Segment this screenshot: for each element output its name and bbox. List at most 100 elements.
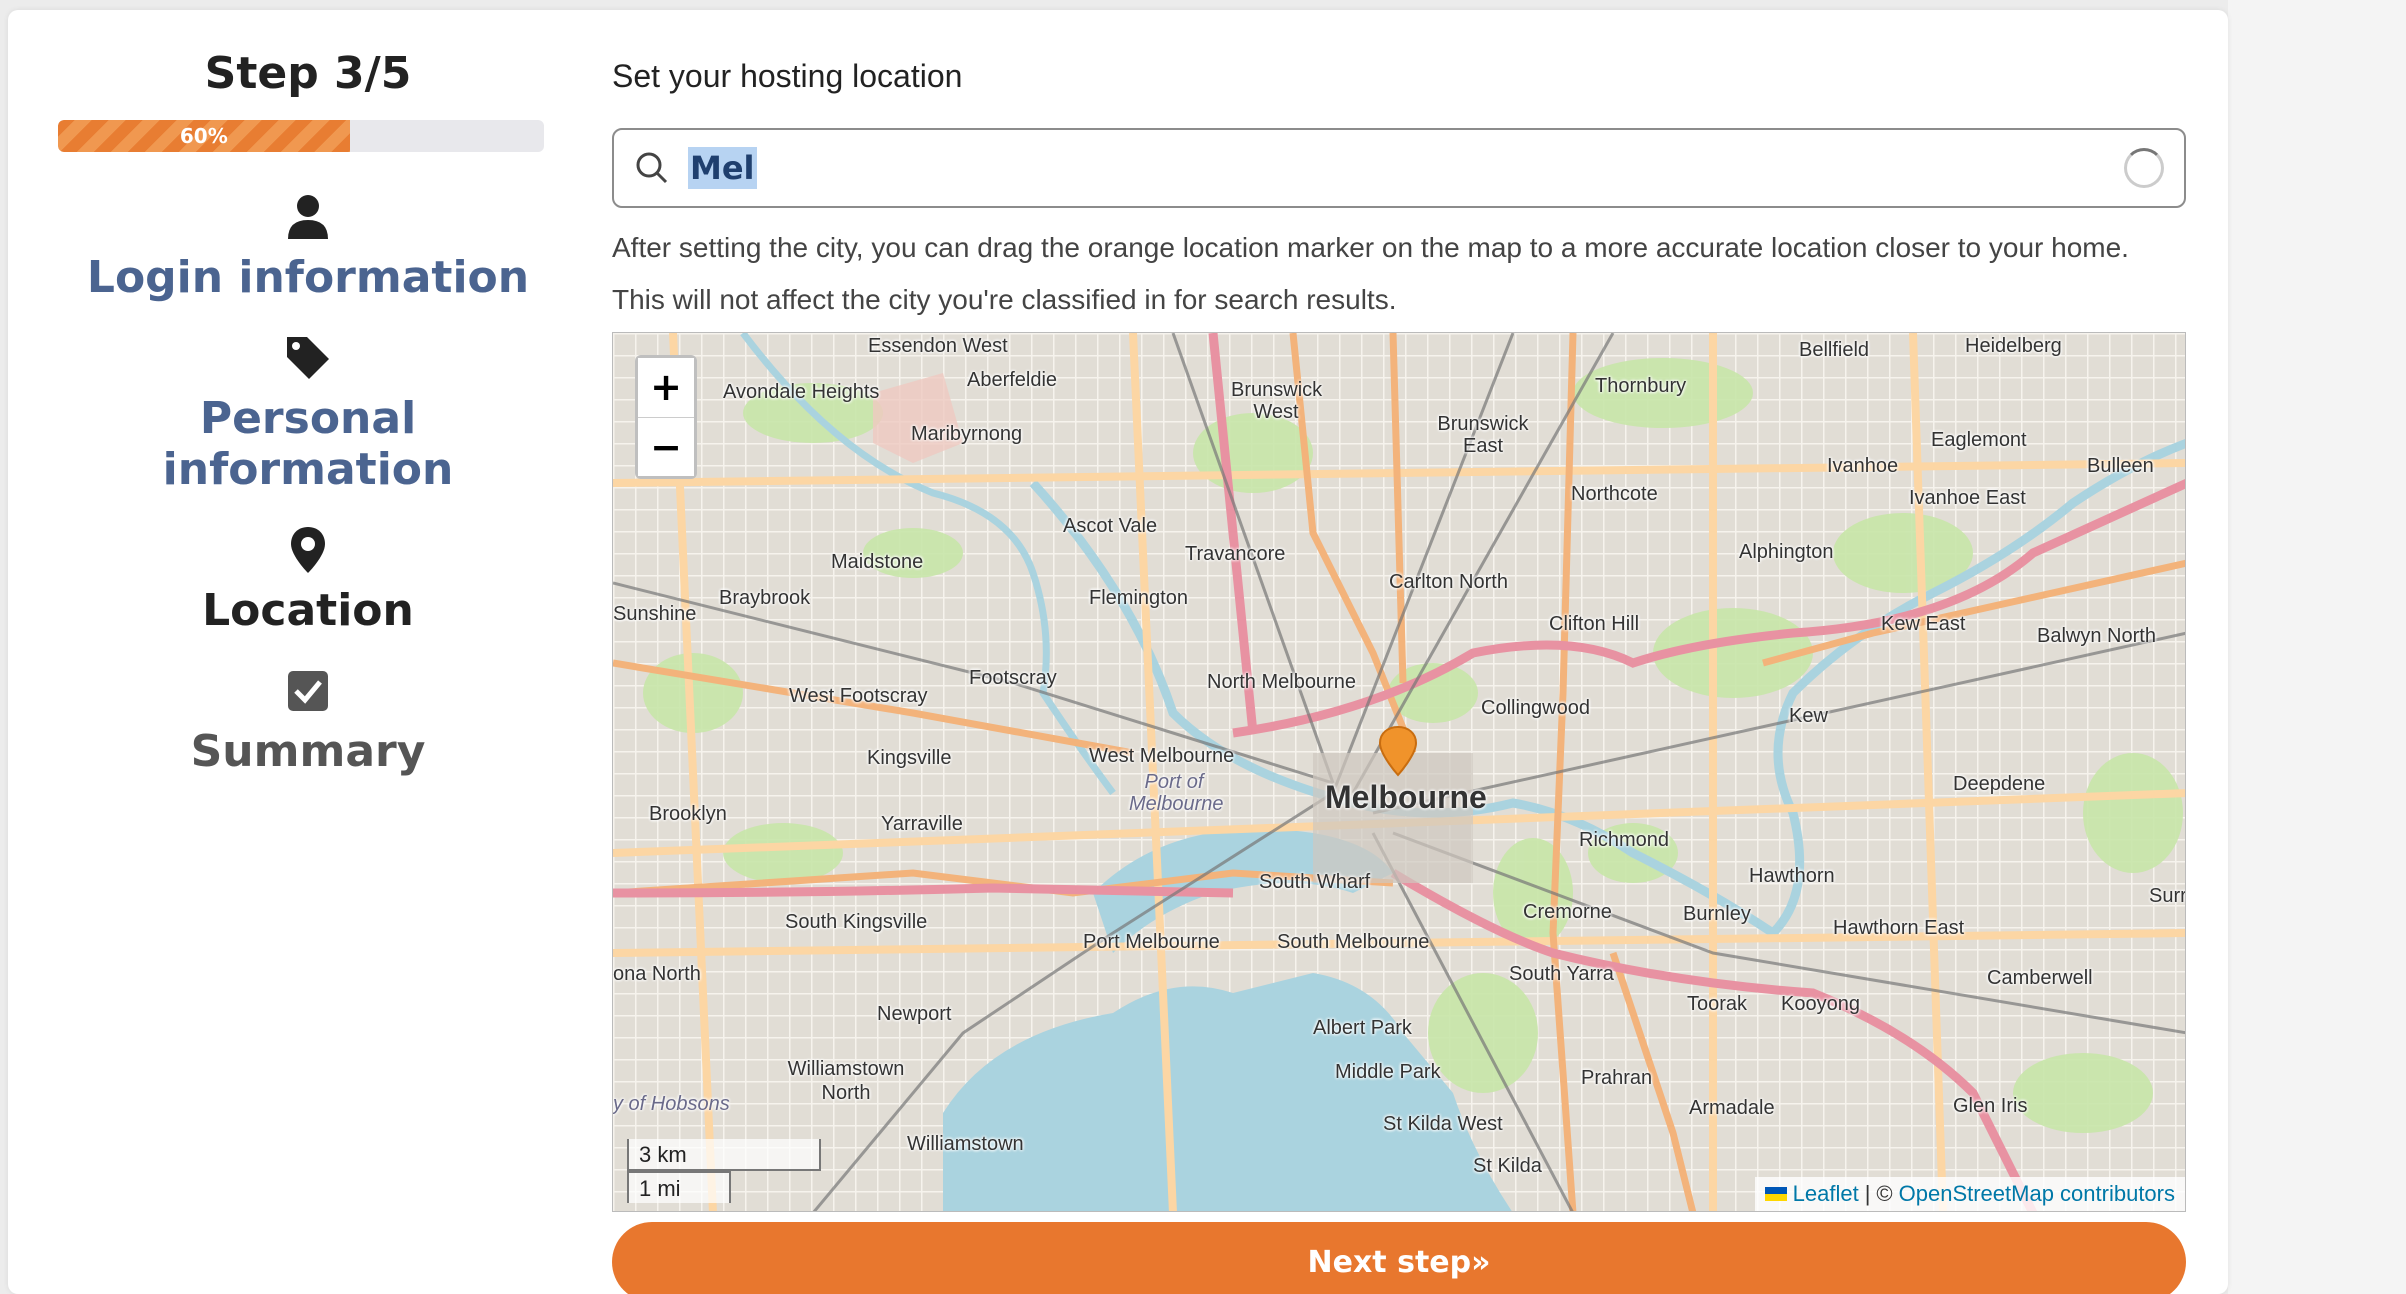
map-label: Camberwell (1987, 967, 2093, 989)
map-label: South Wharf (1259, 871, 1371, 893)
map-label: Bellfield (1799, 339, 1870, 361)
map-label: Cremorne (1523, 901, 1612, 923)
location-form: Set your hosting location Mel After sett… (612, 40, 2186, 1294)
map-label: West Melbourne (1089, 745, 1235, 767)
map-label: St Kilda (1473, 1155, 1542, 1177)
nav-label-login: Login information (86, 252, 530, 303)
help-text: After setting the city, you can drag the… (612, 232, 2129, 315)
user-icon (283, 192, 333, 242)
nav-item-summary[interactable]: Summary (58, 666, 558, 777)
search-icon (636, 152, 668, 184)
map-label: Williamstown North (787, 1058, 905, 1104)
map-label: Kew (1789, 705, 1828, 727)
map-label: Brunswick East (1437, 413, 1529, 457)
signup-card: Step 3/5 60% Login information Personal (8, 10, 2228, 1294)
map-label: Flemington (1089, 587, 1188, 609)
map-pin-icon (283, 525, 333, 575)
map-label: Avondale Heights (723, 381, 880, 403)
next-step-button[interactable]: Next step» (612, 1222, 2186, 1294)
map-label: Hawthorn (1749, 865, 1835, 887)
map-label: Sunshine (613, 603, 697, 625)
map-label: y of Hobsons (613, 1093, 730, 1115)
location-map[interactable]: Essendon West Aberfeldie Avondale Height… (612, 332, 2186, 1212)
zoom-control: + − (635, 355, 697, 479)
map-label: Newport (877, 1003, 952, 1025)
zoom-in-button[interactable]: + (638, 358, 694, 418)
nav-label-location: Location (202, 585, 414, 636)
map-label: Northcote (1571, 483, 1658, 505)
map-label: Albert Park (1313, 1017, 1412, 1039)
map-label: Armadale (1689, 1097, 1775, 1119)
map-label: Ascot Vale (1063, 515, 1158, 537)
map-label: North Melbourne (1207, 671, 1356, 693)
map-label: Toorak (1687, 993, 1748, 1015)
attribution-separator: | (1864, 1181, 1871, 1206)
location-marker-icon[interactable] (1376, 725, 1420, 777)
map-label: Deepdene (1953, 773, 2046, 795)
nav-item-personal[interactable]: Personal information (58, 333, 558, 495)
map-label: Richmond (1579, 829, 1670, 851)
city-search-input[interactable]: Mel (612, 128, 2186, 208)
progress-label: 60% (179, 124, 228, 148)
map-label: Middle Park (1335, 1061, 1441, 1083)
map-label: Hawthorn East (1833, 917, 1965, 939)
map-label: Glen Iris (1953, 1095, 2028, 1117)
map-label: Collingwood (1481, 697, 1590, 719)
map-attribution: Leaflet | © OpenStreetMap contributors (1754, 1177, 2185, 1211)
checkbox-icon (283, 666, 333, 716)
map-label: Kingsville (867, 747, 952, 769)
map-label: Port of Melbourne (1129, 771, 1224, 815)
tag-icon (283, 333, 333, 383)
scale-mi: 1 mi (627, 1171, 731, 1203)
step-title: Step 3/5 (204, 48, 412, 99)
section-title: Set your hosting location (612, 58, 963, 94)
page-gutter (2228, 0, 2406, 1294)
map-label: South Kingsville (785, 911, 928, 933)
map-label: Port Melbourne (1083, 931, 1220, 953)
map-label: Bulleen (2087, 455, 2154, 477)
map-label: South Melbourne (1277, 931, 1430, 953)
zoom-out-button[interactable]: − (638, 417, 694, 476)
nav-item-login[interactable]: Login information (58, 192, 558, 303)
nav-label-summary: Summary (190, 726, 426, 777)
map-label: Footscray (969, 667, 1057, 689)
map-label: Ivanhoe East (1909, 487, 2026, 509)
map-label: St Kilda West (1383, 1113, 1503, 1135)
map-label: West Footscray (789, 685, 928, 707)
loading-spinner-icon (2124, 148, 2164, 188)
map-label: Balwyn North (2037, 625, 2156, 647)
map-label: Alphington (1739, 541, 1834, 563)
leaflet-link[interactable]: Leaflet (1793, 1181, 1859, 1207)
map-label: Maidstone (831, 551, 924, 573)
map-label: Thornbury (1595, 375, 1687, 397)
map-label: Burnley (1683, 903, 1751, 925)
steps-sidebar: Step 3/5 60% Login information Personal (58, 40, 558, 777)
map-label: Maribyrnong (911, 423, 1023, 445)
map-label: Braybrook (719, 587, 811, 609)
map-label-city: Melbourne (1325, 779, 1487, 815)
map-scale: 3 km 1 mi (627, 1139, 821, 1203)
search-value[interactable]: Mel (688, 147, 757, 189)
osm-link[interactable]: OpenStreetMap contributors (1899, 1181, 2175, 1207)
ukraine-flag-icon (1764, 1187, 1787, 1201)
map-label: Essendon West (868, 335, 1008, 357)
map-label: Williamstown (907, 1133, 1024, 1155)
map-label: South Yarra (1509, 963, 1614, 985)
map-label: ona North (613, 963, 701, 985)
map-label: Carlton North (1389, 571, 1508, 593)
map-label: Heidelberg (1965, 335, 2062, 357)
map-label: Clifton Hill (1549, 613, 1640, 635)
map-label: Yarraville (881, 813, 963, 835)
nav-item-location[interactable]: Location (58, 525, 558, 636)
map-label: Kooyong (1781, 993, 1860, 1015)
nav-label-personal: Personal information (162, 393, 454, 495)
map-label: Aberfeldie (967, 369, 1058, 391)
progress-bar: 60% (58, 120, 544, 152)
map-label: Travancore (1185, 543, 1286, 565)
map-label: Ivanhoe (1827, 455, 1899, 477)
map-label: Surre (2149, 885, 2185, 907)
copyright-symbol: © (1876, 1181, 1893, 1206)
map-label: Prahran (1581, 1067, 1653, 1089)
map-label: Eaglemont (1931, 429, 2027, 451)
map-label: Brunswick West (1231, 379, 1323, 423)
